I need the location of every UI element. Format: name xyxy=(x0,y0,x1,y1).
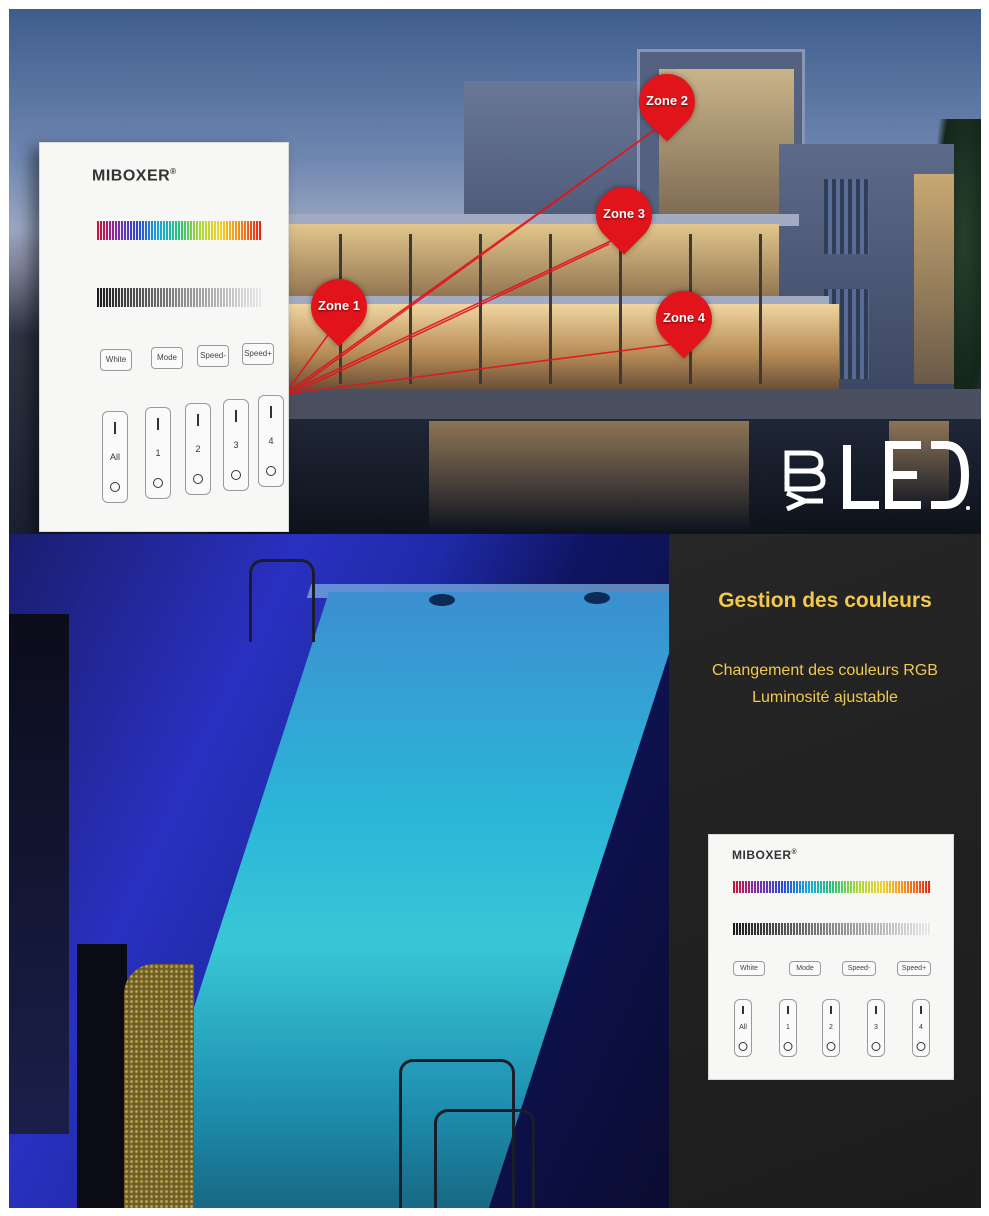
on-indicator xyxy=(787,1006,789,1014)
beam-zone-2 xyxy=(284,133,650,398)
on-indicator xyxy=(235,410,237,422)
zone-all-label: All xyxy=(109,452,120,462)
feature-title: Gestion des couleurs xyxy=(718,589,932,612)
zone-4-label: Zone 4 xyxy=(663,310,705,325)
dark-post xyxy=(77,944,127,1208)
speed-down-button[interactable]: Speed- xyxy=(842,961,876,976)
stone-pillar xyxy=(124,964,194,1208)
off-indicator xyxy=(153,478,163,488)
zone-3-label: Zone 3 xyxy=(603,206,645,221)
off-indicator xyxy=(738,1042,748,1051)
pool-light xyxy=(584,592,610,604)
mode-button[interactable]: Mode xyxy=(151,347,183,369)
zone-1-label: Zone 1 xyxy=(318,298,360,313)
zone-3-button[interactable]: 3 xyxy=(867,999,885,1057)
zone-4-label: 4 xyxy=(268,436,274,446)
zone-2-label: Zone 2 xyxy=(646,93,688,108)
pool-light xyxy=(429,594,455,606)
zone-1-label: 1 xyxy=(155,448,161,458)
speed-down-button[interactable]: Speed- xyxy=(197,345,229,367)
on-indicator xyxy=(157,418,159,430)
zone-3-button[interactable]: 3 xyxy=(223,399,249,491)
on-indicator xyxy=(742,1006,744,1014)
pool-photo xyxy=(9,534,669,1208)
speed-up-button[interactable]: Speed+ xyxy=(897,961,931,976)
mode-button[interactable]: Mode xyxy=(789,961,821,976)
pool-ladder xyxy=(434,1109,535,1208)
zone-1-label: 1 xyxy=(786,1024,790,1031)
zone-4-button[interactable]: 4 xyxy=(258,395,284,487)
controller-brand: MIBOXER® xyxy=(92,167,177,185)
dark-wall xyxy=(9,614,69,1134)
on-indicator xyxy=(920,1006,922,1014)
on-indicator xyxy=(830,1006,832,1014)
off-indicator xyxy=(110,482,120,492)
off-indicator xyxy=(916,1042,926,1051)
off-indicator xyxy=(266,466,276,476)
zone-4-label: 4 xyxy=(919,1024,923,1031)
pool-ladder xyxy=(249,559,315,642)
on-indicator xyxy=(114,422,116,434)
off-indicator xyxy=(783,1042,793,1051)
white-button[interactable]: White xyxy=(100,349,132,371)
off-indicator xyxy=(193,474,203,484)
zone-3-label: 3 xyxy=(874,1024,878,1031)
speed-up-button[interactable]: Speed+ xyxy=(242,343,274,365)
on-indicator xyxy=(270,406,272,418)
off-indicator xyxy=(871,1042,881,1051)
zone-all-label: All xyxy=(739,1024,747,1031)
zone-4-button[interactable]: 4 xyxy=(912,999,930,1057)
rgb-color-slider[interactable] xyxy=(733,881,931,893)
white-button[interactable]: White xyxy=(733,961,765,976)
zone-1-button[interactable]: 1 xyxy=(145,407,171,499)
brightness-slider[interactable] xyxy=(97,288,261,307)
pool-water xyxy=(121,592,669,1208)
on-indicator xyxy=(875,1006,877,1014)
brightness-slider[interactable] xyxy=(733,923,931,935)
on-indicator xyxy=(197,414,199,426)
zone-2-button[interactable]: 2 xyxy=(822,999,840,1057)
zone-2-label: 2 xyxy=(829,1024,833,1031)
controller-panel: MIBOXER® White Mode Speed- Speed+ All 1 … xyxy=(39,142,289,532)
zone-2-button[interactable]: 2 xyxy=(185,403,211,495)
rgb-color-slider[interactable] xyxy=(97,221,261,240)
feature-line-brightness: Luminosité ajustable xyxy=(752,689,898,706)
byled-logo-prefix xyxy=(784,450,826,511)
off-indicator xyxy=(826,1042,836,1051)
zone-3-label: 3 xyxy=(233,440,239,450)
controller-brand: MIBOXER® xyxy=(732,848,798,862)
house-zones-photo: Zone 1 Zone 2 Zone 3 Zone 4 MIBOXER® Whi… xyxy=(9,9,981,534)
zone-all-button[interactable]: All xyxy=(102,411,128,503)
zone-2-label: 2 xyxy=(195,444,201,454)
controller-panel-front: MIBOXER® White Mode Speed- Speed+ All 1 … xyxy=(708,834,954,1080)
zone-1-button[interactable]: 1 xyxy=(779,999,797,1057)
off-indicator xyxy=(231,470,241,480)
byled-logo xyxy=(843,441,970,510)
zone-all-button[interactable]: All xyxy=(734,999,752,1057)
feature-panel: Gestion des couleurs Changement des coul… xyxy=(669,534,981,1208)
product-page: Zone 1 Zone 2 Zone 3 Zone 4 MIBOXER® Whi… xyxy=(0,0,989,1216)
feature-line-rgb: Changement des couleurs RGB xyxy=(712,662,938,679)
